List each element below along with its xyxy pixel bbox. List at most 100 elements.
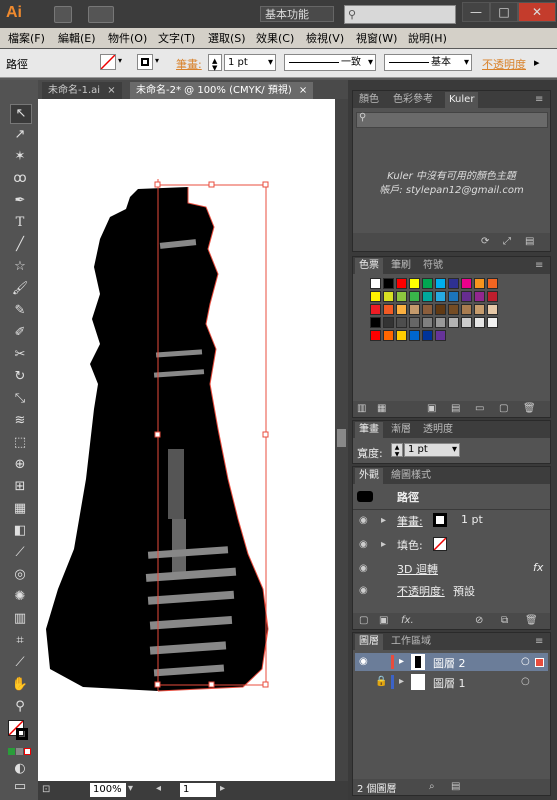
appearance-3d-rotate[interactable]: 3D 迴轉 (397, 561, 438, 577)
color-group-icon[interactable]: ▤ (451, 403, 460, 414)
menu-edit[interactable]: 編輯(E) (58, 30, 96, 46)
menu-object[interactable]: 物件(O) (108, 30, 147, 46)
maximize-button[interactable]: □ (490, 2, 518, 22)
swatch-44[interactable] (422, 330, 433, 341)
swatch-27[interactable] (461, 304, 472, 315)
swatch-33[interactable] (409, 317, 420, 328)
lock-icon[interactable]: 🔒 (375, 676, 387, 687)
swatch-45[interactable] (435, 330, 446, 341)
target-icon[interactable]: ○ (521, 676, 530, 687)
swatch-15[interactable] (435, 291, 446, 302)
pencil-tool-icon[interactable]: ✎ (10, 302, 30, 320)
expand-arrow-icon[interactable]: ▸ (399, 676, 404, 687)
symbol-sprayer-tool-icon[interactable]: ✺ (10, 588, 30, 606)
zoom-dropdown-icon[interactable]: ▾ (128, 783, 133, 794)
search-input[interactable]: ⚲ (344, 5, 456, 24)
swatch-40[interactable] (370, 330, 381, 341)
swatch-41[interactable] (383, 330, 394, 341)
prev-artboard-icon[interactable]: ◂ (156, 783, 161, 794)
swatch-43[interactable] (409, 330, 420, 341)
none-mode-icon[interactable] (24, 748, 31, 755)
menu-help[interactable]: 說明(H) (408, 30, 447, 46)
fill-dropdown-arrow-icon[interactable]: ▾ (118, 56, 126, 68)
tab-layers[interactable]: 圖層 (355, 634, 383, 650)
swatch-4[interactable] (422, 278, 433, 289)
swatch-11[interactable] (383, 291, 394, 302)
target-icon[interactable]: ○ (521, 656, 530, 667)
tab-appearance[interactable]: 外觀 (355, 468, 383, 484)
swatch-42[interactable] (396, 330, 407, 341)
expand-arrow-icon[interactable]: ▸ (399, 656, 404, 667)
tab-gradient[interactable]: 漸層 (387, 422, 415, 438)
swatch-8[interactable] (474, 278, 485, 289)
menu-type[interactable]: 文字(T) (158, 30, 195, 46)
layer-name[interactable]: 圖層 1 (433, 675, 466, 691)
stroke-weight-field[interactable]: 1 pt ▾ (224, 54, 276, 71)
hand-tool-icon[interactable]: ✋ (10, 676, 30, 694)
swatch-26[interactable] (448, 304, 459, 315)
swatch-7[interactable] (461, 278, 472, 289)
swatch-libraries-icon[interactable]: ▥ (357, 403, 366, 414)
tab-symbols[interactable]: 符號 (419, 258, 447, 274)
selection-tool-icon[interactable]: ↖ (10, 104, 32, 124)
shape-builder-tool-icon[interactable]: ⊕ (10, 456, 30, 474)
expand-arrow-icon[interactable]: ▸ (381, 539, 386, 550)
swatch-18[interactable] (474, 291, 485, 302)
layer-row-1[interactable]: 🔒 ▸ 圖層 1 ○ (355, 673, 548, 691)
swatch-10[interactable] (370, 291, 381, 302)
menu-window[interactable]: 視窗(W) (356, 30, 397, 46)
zoom-field[interactable]: 100% (90, 783, 126, 797)
vertical-scrollbar[interactable] (335, 99, 348, 781)
tab-doc-2[interactable]: 未命名-2* @ 100% (CMYK/ 預視) × (130, 82, 314, 99)
trash-icon[interactable]: 🗑 (523, 403, 536, 414)
swatch-12[interactable] (396, 291, 407, 302)
add-new-effect-icon[interactable]: fx. (401, 615, 414, 626)
minimize-button[interactable]: — (462, 2, 490, 22)
appearance-fill-swatch[interactable] (433, 537, 447, 551)
swatch-6[interactable] (448, 278, 459, 289)
direct-selection-tool-icon[interactable]: ↗ (10, 126, 30, 144)
opacity-label[interactable]: 不透明度 (482, 56, 526, 72)
workspace-switcher[interactable]: 基本功能 (260, 6, 334, 22)
scale-tool-icon[interactable]: ⤡ (10, 390, 30, 408)
swatch-17[interactable] (461, 291, 472, 302)
menu-view[interactable]: 檢視(V) (306, 30, 344, 46)
type-tool-icon[interactable]: T (10, 214, 30, 232)
new-swatch-icon[interactable]: ▢ (499, 403, 508, 414)
paintbrush-tool-icon[interactable]: 🖌 (10, 280, 30, 298)
variable-width-profile[interactable]: 一致 ▾ (284, 54, 376, 71)
swatch-14[interactable] (422, 291, 433, 302)
swatch-23[interactable] (409, 304, 420, 315)
show-kinds-icon[interactable]: ▦ (377, 403, 386, 414)
close-icon[interactable]: × (107, 85, 115, 96)
add-to-swatches-icon[interactable]: ⤢ (503, 236, 511, 247)
eye-icon[interactable]: ◉ (359, 585, 368, 596)
brush-definition[interactable]: 基本 ▾ (384, 54, 472, 71)
fx-icon[interactable]: fx (533, 561, 543, 574)
swatch-30[interactable] (370, 317, 381, 328)
tab-brushes[interactable]: 筆刷 (387, 258, 415, 274)
stroke-weight-stepper[interactable]: ▲ ▼ (391, 443, 403, 458)
tab-graphic-styles[interactable]: 繪圖樣式 (387, 468, 435, 484)
eye-icon[interactable]: ◉ (359, 515, 368, 526)
add-new-fill-icon[interactable]: ▣ (379, 615, 388, 626)
swatch-35[interactable] (435, 317, 446, 328)
swatch-28[interactable] (474, 304, 485, 315)
swatch-29[interactable] (487, 304, 498, 315)
swatch-1[interactable] (383, 278, 394, 289)
selection-indicator[interactable] (535, 658, 544, 667)
drawing-mode-icon[interactable]: ◐ (10, 760, 30, 778)
menu-effect[interactable]: 效果(C) (256, 30, 294, 46)
swatch-32[interactable] (396, 317, 407, 328)
opacity-arrow-icon[interactable]: ▸ (534, 56, 540, 69)
panel-menu-icon[interactable]: ≡ (531, 634, 547, 650)
tab-kuler[interactable]: Kuler (445, 92, 479, 108)
eye-icon[interactable]: ◉ (359, 539, 368, 550)
stroke-weight-field[interactable]: 1 pt ▾ (404, 443, 460, 457)
layer-row-2[interactable]: ◉ ▸ 圖層 2 ○ (355, 653, 548, 671)
warp-tool-icon[interactable]: ≋ (10, 412, 30, 430)
tab-color-guide[interactable]: 色彩參考 (389, 92, 437, 108)
zoom-tool-icon[interactable]: ⚲ (10, 698, 30, 716)
column-graph-tool-icon[interactable]: ▥ (10, 610, 30, 628)
swatch-options-icon[interactable]: ▣ (427, 403, 436, 414)
